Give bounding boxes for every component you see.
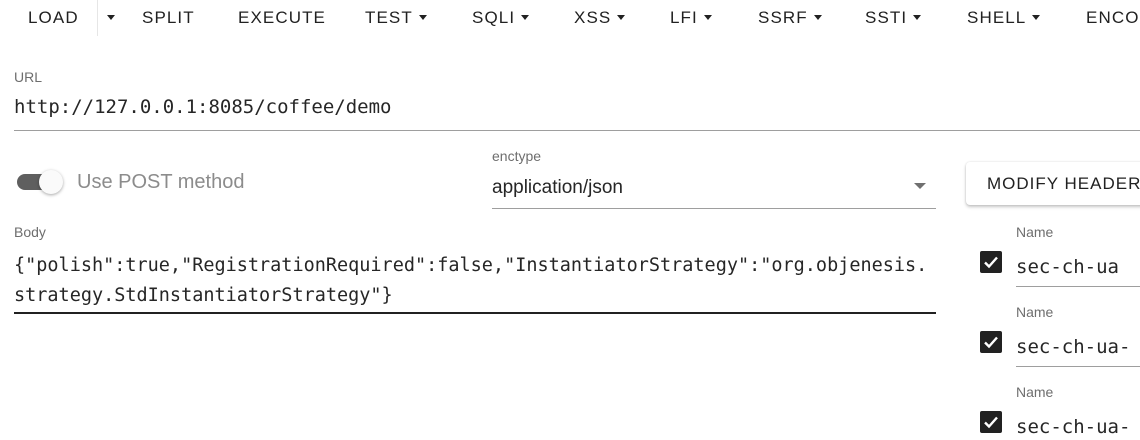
- load-options-button[interactable]: [101, 0, 115, 36]
- header-name-underline: [1016, 366, 1140, 367]
- checkmark-icon: [984, 336, 998, 349]
- ssti-menu-button[interactable]: SSTI: [865, 0, 922, 36]
- header-name-underline: [1016, 286, 1140, 287]
- xss-menu-button[interactable]: XSS: [574, 0, 626, 36]
- hackbar-panel: LOAD SPLIT EXECUTE TEST SQLI XSS LFI SSR…: [0, 0, 1140, 440]
- header-name-input[interactable]: sec-ch-ua-: [1016, 416, 1130, 438]
- body-underline: [14, 312, 936, 314]
- enctype-label: enctype: [492, 148, 542, 164]
- shell-menu-button[interactable]: SHELL: [967, 0, 1041, 36]
- header-name-input[interactable]: sec-ch-ua: [1016, 256, 1119, 278]
- chevron-down-icon: [107, 15, 115, 20]
- header-name-label: Name: [1016, 384, 1054, 400]
- header-enabled-checkbox[interactable]: [980, 411, 1002, 433]
- chevron-down-icon: [418, 15, 427, 20]
- test-menu-label: TEST: [365, 8, 413, 27]
- ssrf-menu-label: SSRF: [758, 8, 808, 27]
- xss-menu-label: XSS: [574, 8, 612, 27]
- lfi-menu-button[interactable]: LFI: [670, 0, 712, 36]
- body-label: Body: [14, 224, 46, 240]
- sqli-menu-button[interactable]: SQLI: [472, 0, 530, 36]
- chevron-down-icon: [521, 15, 530, 20]
- chevron-down-icon: [913, 15, 922, 20]
- url-underline: [14, 130, 1140, 131]
- toolbar: LOAD SPLIT EXECUTE TEST SQLI XSS LFI SSR…: [0, 0, 1140, 36]
- url-input[interactable]: http://127.0.0.1:8085/coffee/demo: [14, 96, 392, 118]
- header-name-label: Name: [1016, 224, 1054, 240]
- post-method-label: Use POST method: [77, 171, 245, 193]
- body-textarea[interactable]: {"polish":true,"RegistrationRequired":fa…: [14, 251, 938, 311]
- chevron-down-icon: [813, 15, 822, 20]
- chevron-down-icon: [617, 15, 626, 20]
- checkmark-icon: [984, 256, 998, 269]
- lfi-menu-label: LFI: [670, 8, 698, 27]
- load-button[interactable]: LOAD: [28, 0, 79, 36]
- url-label: URL: [14, 69, 43, 85]
- enctype-selected-value: application/json: [492, 177, 623, 198]
- header-name-label: Name: [1016, 304, 1054, 320]
- header-enabled-checkbox[interactable]: [980, 251, 1002, 273]
- encode-menu-button[interactable]: ENCO: [1086, 0, 1140, 36]
- split-button[interactable]: SPLIT: [142, 0, 195, 36]
- checkmark-icon: [984, 416, 998, 429]
- header-name-input[interactable]: sec-ch-ua-: [1016, 336, 1130, 358]
- modify-headers-button[interactable]: MODIFY HEADER: [966, 162, 1140, 205]
- dropdown-arrow-icon: [914, 183, 926, 189]
- header-enabled-checkbox[interactable]: [980, 331, 1002, 353]
- ssti-menu-label: SSTI: [865, 8, 908, 27]
- execute-button[interactable]: EXECUTE: [238, 0, 326, 36]
- chevron-down-icon: [1032, 15, 1041, 20]
- shell-menu-label: SHELL: [967, 8, 1027, 27]
- toggle-knob: [39, 170, 63, 194]
- test-menu-button[interactable]: TEST: [365, 0, 427, 36]
- toolbar-divider: [97, 0, 98, 36]
- chevron-down-icon: [703, 15, 712, 20]
- sqli-menu-label: SQLI: [472, 8, 516, 27]
- ssrf-menu-button[interactable]: SSRF: [758, 0, 822, 36]
- enctype-underline: [492, 208, 936, 209]
